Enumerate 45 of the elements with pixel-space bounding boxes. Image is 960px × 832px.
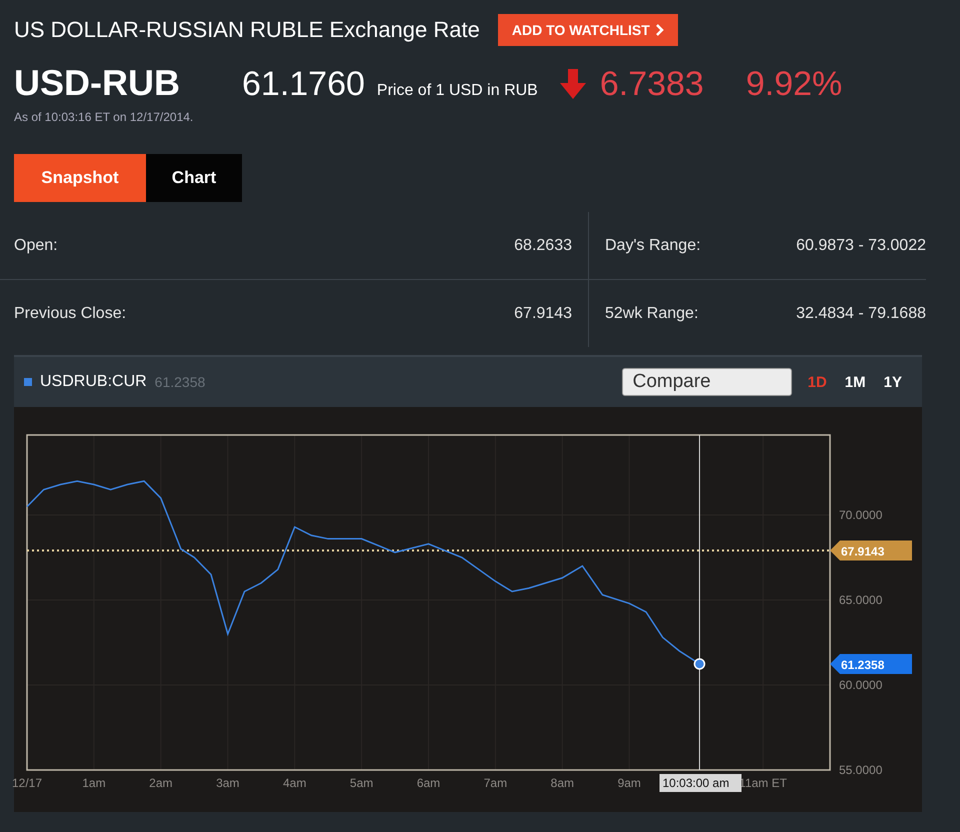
x-tick-label: 12/17 bbox=[12, 776, 42, 790]
percent-change: 9.92% bbox=[746, 65, 842, 104]
stat-value: 32.4834 - 79.1688 bbox=[796, 304, 926, 322]
stat-value: 67.9143 bbox=[514, 304, 572, 322]
x-tick-label: 8am bbox=[550, 776, 574, 790]
cursor-time-tag: 10:03:00 am bbox=[660, 774, 742, 792]
page-title: US DOLLAR-RUSSIAN RUBLE Exchange Rate bbox=[14, 17, 480, 43]
stat-value: 60.9873 - 73.0022 bbox=[796, 236, 926, 254]
stat-label: 52wk Range: bbox=[605, 304, 698, 322]
x-tick-label: 5am bbox=[350, 776, 374, 790]
chevron-icon bbox=[656, 24, 664, 36]
x-tick-label: 4am bbox=[283, 776, 306, 790]
add-to-watchlist-button[interactable]: ADD TO WATCHLIST bbox=[498, 14, 678, 46]
x-tick-label: 9am bbox=[618, 776, 641, 790]
stat-label: Previous Close: bbox=[14, 304, 126, 322]
range-button[interactable]: 1M bbox=[842, 374, 868, 390]
y-tick-label: 60.0000 bbox=[839, 678, 882, 692]
ref-line-label: 67.9143 bbox=[841, 544, 885, 559]
timestamp: As of 10:03:16 ET on 12/17/2014. bbox=[13, 110, 194, 124]
x-tick-label: 1am bbox=[82, 776, 106, 790]
y-tick-label: 65.0000 bbox=[839, 593, 882, 608]
y-tick-label: 55.0000 bbox=[839, 763, 882, 777]
stat-label: Day's Range: bbox=[605, 236, 701, 254]
stat-label: Open: bbox=[14, 236, 58, 254]
ref-line-label: 10:03:00 am bbox=[662, 776, 730, 790]
price-change: 6.7383 bbox=[600, 65, 704, 104]
x-tick-label: 2am bbox=[149, 776, 172, 790]
legend-symbol: USDRUB:CUR bbox=[40, 373, 147, 391]
legend-value: 61.2358 bbox=[154, 374, 206, 390]
x-tick-label: 11am ET bbox=[739, 776, 787, 790]
last-point-marker bbox=[694, 658, 706, 670]
y-tick-label: 70.0000 bbox=[839, 508, 882, 522]
x-tick-label: 7am bbox=[484, 776, 508, 790]
price-note: Price of 1 USD in RUB bbox=[376, 82, 538, 100]
symbol: USD-RUB bbox=[14, 62, 181, 104]
x-tick-label: 3am bbox=[216, 776, 240, 790]
last-value-tag: 61.2358 bbox=[830, 654, 912, 674]
compare-field[interactable]: Compare bbox=[622, 368, 792, 396]
price: 61.1760 bbox=[242, 65, 365, 104]
tab[interactable]: Snapshot bbox=[14, 154, 146, 202]
tab[interactable]: Chart bbox=[146, 154, 242, 202]
range-button[interactable]: 1Y bbox=[882, 374, 904, 390]
reference-value-tag: 67.9143 bbox=[830, 540, 912, 560]
stat-value: 68.2633 bbox=[514, 236, 572, 254]
x-tick-label: 6am bbox=[416, 776, 440, 790]
